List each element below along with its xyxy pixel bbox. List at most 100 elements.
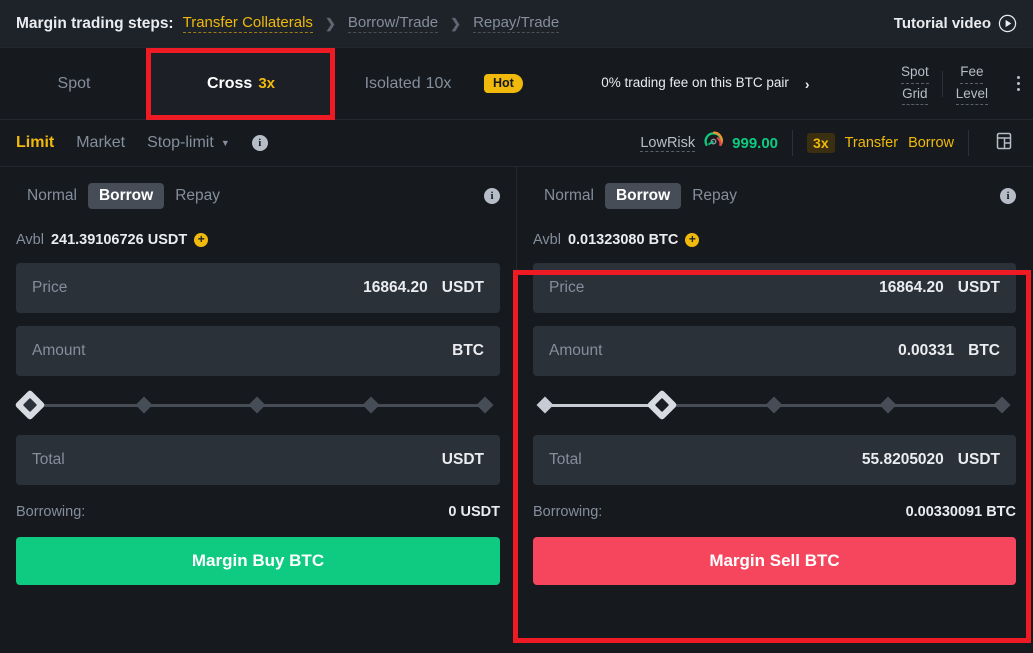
tab-cross-label: Cross: [206, 74, 253, 92]
buy-tab-borrow[interactable]: Borrow: [87, 183, 165, 209]
risk-gauge-icon: [703, 130, 724, 156]
sell-tab-borrow[interactable]: Borrow: [604, 183, 682, 209]
tab-spot-label: Spot: [57, 74, 91, 92]
buy-price-field[interactable]: Price 16864.20 USDT: [16, 263, 500, 313]
sell-total-field[interactable]: Total 55.8205020 USDT: [533, 435, 1016, 485]
step-transfer-collaterals[interactable]: Transfer Collaterals: [182, 14, 313, 33]
layout-grid-icon[interactable]: [995, 132, 1013, 155]
fee-promo-banner[interactable]: 0% trading fee on this BTC pair ›: [523, 48, 888, 119]
tab-isolated-label: Isolated: [364, 74, 421, 92]
sell-order-panel: Normal Borrow Repay i Avbl 0.01323080 BT…: [516, 167, 1032, 641]
sell-price-label: Price: [549, 279, 585, 296]
buy-price-unit: USDT: [441, 279, 484, 296]
hot-badge: Hot: [484, 74, 523, 93]
tab-isolated[interactable]: Isolated 10x: [334, 48, 482, 119]
buy-amount-field[interactable]: Amount BTC: [16, 326, 500, 376]
chevron-down-icon: ▼: [220, 137, 230, 148]
risk-indicator[interactable]: LowRisk 999.00: [640, 130, 778, 156]
link-fee-level-line1: Fee: [960, 62, 984, 84]
sell-price-value: 16864.20: [879, 279, 944, 296]
step-repay-trade[interactable]: Repay/Trade: [473, 14, 560, 33]
sell-price-unit: USDT: [957, 279, 1000, 296]
sell-slider-stop-0[interactable]: [536, 396, 554, 414]
buy-slider-handle[interactable]: [14, 389, 46, 421]
buy-slider-stop-25[interactable]: [135, 396, 153, 414]
buy-slider-stop-75[interactable]: [362, 396, 380, 414]
step-separator-2: ❯: [450, 15, 462, 31]
tab-spot[interactable]: Spot: [0, 48, 148, 119]
buy-slider-stop-50[interactable]: [248, 396, 266, 414]
buy-total-label: Total: [32, 451, 65, 468]
sell-slider-stop-50[interactable]: [765, 396, 783, 414]
margin-mode-tab-bar: Spot Cross 3x Isolated 10x Hot 0% tradin…: [0, 48, 1033, 120]
chevron-right-icon: ›: [804, 75, 810, 92]
tutorial-video-button[interactable]: Tutorial video: [894, 14, 1017, 33]
buy-tab-repay[interactable]: Repay: [164, 183, 231, 209]
order-type-market[interactable]: Market: [76, 134, 125, 152]
layout-divider: [968, 130, 969, 156]
sell-amount-unit: BTC: [968, 342, 1000, 359]
buy-total-field[interactable]: Total USDT: [16, 435, 500, 485]
link-spot-grid-line1: Spot: [900, 62, 929, 84]
buy-amount-label: Amount: [32, 342, 86, 359]
order-form-panels: Normal Borrow Repay i Avbl 241.39106726 …: [0, 167, 1033, 641]
sell-available-label: Avbl: [533, 232, 561, 248]
sell-add-funds-icon[interactable]: +: [685, 233, 700, 247]
step-separator-1: ❯: [324, 15, 336, 31]
sell-amount-label: Amount: [549, 342, 603, 359]
sell-slider-stop-100[interactable]: [993, 396, 1011, 414]
buy-total-unit: USDT: [441, 451, 484, 468]
risk-level-label: LowRisk: [640, 134, 696, 152]
order-type-info-icon[interactable]: i: [251, 135, 268, 151]
sell-info-icon[interactable]: i: [1000, 188, 1016, 204]
buy-price-value: 16864.20: [363, 279, 428, 296]
tab-cross-leverage: 3x: [258, 75, 276, 92]
buy-price-label: Price: [32, 279, 68, 296]
tab-isolated-leverage: 10x: [425, 74, 452, 92]
buy-slider-stop-100[interactable]: [476, 396, 494, 414]
sell-borrowing-row: Borrowing: 0.00330091 BTC: [533, 502, 1016, 522]
step-borrow-trade[interactable]: Borrow/Trade: [347, 14, 439, 33]
sell-tab-normal[interactable]: Normal: [533, 183, 605, 209]
sell-tab-repay[interactable]: Repay: [681, 183, 748, 209]
buy-tab-normal[interactable]: Normal: [16, 183, 88, 209]
sell-available-value: 0.01323080 BTC: [567, 232, 679, 248]
buy-amount-unit: BTC: [452, 342, 484, 359]
buy-amount-slider[interactable]: [14, 388, 500, 422]
order-type-limit[interactable]: Limit: [16, 134, 54, 152]
order-type-bar: Limit Market Stop-limit ▼ i LowRisk 999.0…: [0, 120, 1033, 167]
link-fee-level[interactable]: Fee Level: [943, 62, 1001, 106]
sell-total-value: 55.8205020: [861, 451, 944, 468]
steps-label: Margin trading steps:: [16, 14, 174, 32]
link-fee-level-line2: Level: [955, 84, 988, 106]
sell-amount-field[interactable]: Amount 0.00331 BTC: [533, 326, 1016, 376]
buy-available-row: Avbl 241.39106726 USDT +: [16, 230, 500, 250]
sell-slider-handle[interactable]: [646, 389, 678, 421]
sell-total-label: Total: [549, 451, 582, 468]
play-circle-icon: [998, 14, 1017, 33]
order-type-stop-limit[interactable]: Stop-limit ▼: [147, 134, 230, 152]
buy-info-icon[interactable]: i: [484, 188, 500, 204]
transfer-link[interactable]: Transfer: [845, 135, 898, 151]
sell-amount-slider[interactable]: [533, 388, 1016, 422]
fee-promo-text: 0% trading fee on this BTC pair: [601, 75, 789, 91]
leverage-badge[interactable]: 3x: [807, 133, 835, 153]
sell-total-unit: USDT: [957, 451, 1000, 468]
margin-trading-panel: Margin trading steps: Transfer Collatera…: [0, 0, 1033, 653]
link-spot-grid[interactable]: Spot Grid: [888, 62, 942, 106]
borrow-link[interactable]: Borrow: [908, 135, 954, 151]
buy-available-value: 241.39106726 USDT: [50, 232, 188, 248]
margin-sell-button[interactable]: Margin Sell BTC: [533, 537, 1016, 585]
sell-borrowing-value: 0.00330091 BTC: [905, 504, 1016, 520]
mode-bar-links: Spot Grid Fee Level: [888, 48, 1033, 119]
sell-price-field[interactable]: Price 16864.20 USDT: [533, 263, 1016, 313]
sell-mode-tabs: Normal Borrow Repay i: [533, 181, 1016, 211]
buy-mode-tabs: Normal Borrow Repay i: [16, 181, 500, 211]
sell-slider-stop-75[interactable]: [879, 396, 897, 414]
buy-order-panel: Normal Borrow Repay i Avbl 241.39106726 …: [0, 167, 516, 641]
margin-buy-button[interactable]: Margin Buy BTC: [16, 537, 500, 585]
tab-cross[interactable]: Cross 3x: [148, 48, 334, 119]
buy-add-funds-icon[interactable]: +: [194, 233, 209, 247]
buy-borrowing-value: 0 USDT: [448, 504, 500, 520]
kebab-menu-icon[interactable]: [1001, 76, 1027, 91]
